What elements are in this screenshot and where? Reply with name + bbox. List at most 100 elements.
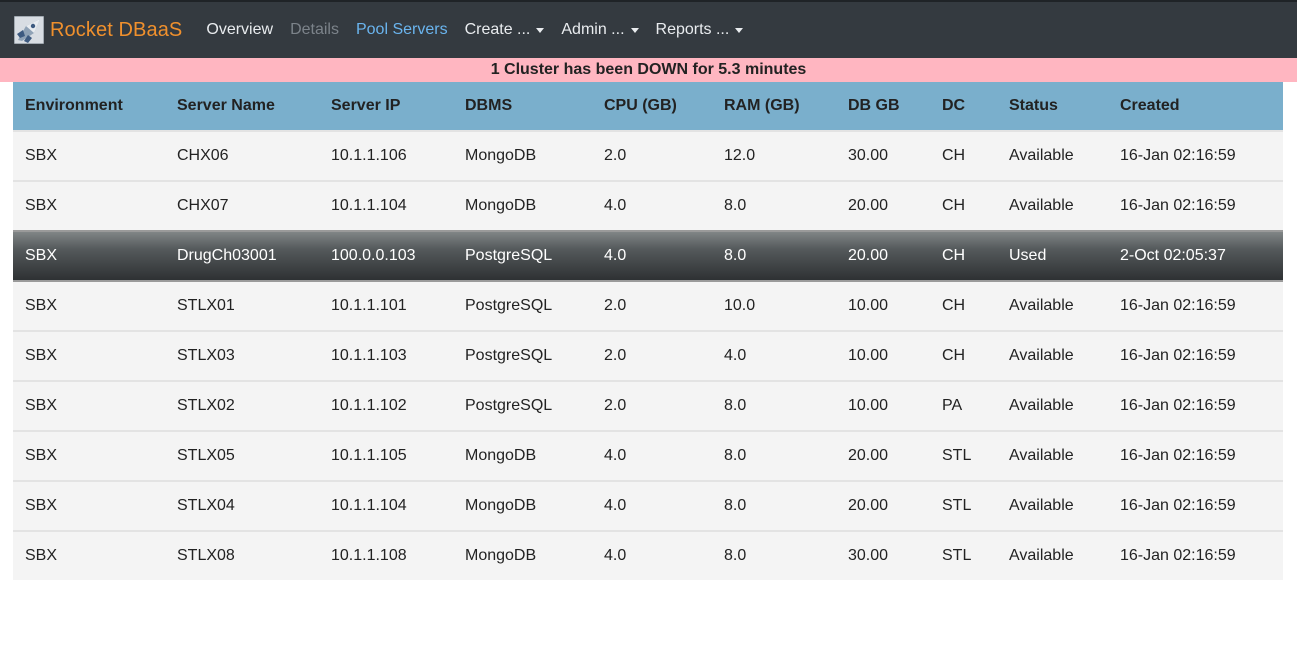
cell-server-name: CHX07 [165, 180, 319, 231]
nav-pool-servers[interactable]: Pool Servers [356, 21, 448, 39]
cell-db-gb: 20.00 [836, 180, 930, 231]
cell-db-gb: 20.00 [836, 230, 930, 281]
cell-ram: 8.0 [712, 430, 836, 481]
column-header-status[interactable]: Status [997, 82, 1108, 132]
pool-servers-table: Environment Server Name Server IP DBMS CPU (… [13, 82, 1283, 580]
table-row[interactable]: SBX DrugCh03001 100.0.0.103 PostgreSQL 4.0 8.… [13, 230, 1283, 281]
cell-dc: STL [930, 430, 997, 481]
cell-cpu: 2.0 [592, 380, 712, 431]
cell-environment: SBX [13, 380, 165, 431]
nav-reports-dropdown[interactable]: Reports ... [656, 21, 744, 39]
column-header-environment[interactable]: Environment [13, 82, 165, 132]
cell-cpu: 2.0 [592, 280, 712, 331]
cell-created: 16-Jan 02:16:59 [1108, 180, 1283, 231]
column-header-created[interactable]: Created [1108, 82, 1283, 132]
table-header-row: Environment Server Name Server IP DBMS CPU (… [13, 82, 1283, 132]
table-row[interactable]: SBX STLX02 10.1.1.102 PostgreSQL 2.0 8.0 10.00… [13, 380, 1283, 431]
table-row[interactable]: SBX STLX04 10.1.1.104 MongoDB 4.0 8.0 20.00 STL… [13, 480, 1283, 531]
nav-reports-label: Reports ... [655, 21, 730, 38]
cell-server-name: CHX06 [165, 131, 319, 181]
cell-cpu: 2.0 [592, 131, 712, 181]
cell-server-ip: 10.1.1.104 [319, 180, 453, 231]
cell-status: Used [997, 230, 1108, 281]
rocket-logo-icon [14, 16, 44, 44]
cell-dc: CH [930, 131, 997, 181]
cell-created: 16-Jan 02:16:59 [1108, 530, 1283, 580]
cell-db-gb: 10.00 [836, 330, 930, 381]
cell-server-ip: 10.1.1.106 [319, 131, 453, 181]
cell-status: Available [997, 530, 1108, 580]
cell-status: Available [997, 330, 1108, 381]
caret-down-icon [735, 27, 744, 33]
cell-dc: CH [930, 280, 997, 331]
cell-created: 16-Jan 02:16:59 [1108, 330, 1283, 381]
cell-environment: SBX [13, 530, 165, 580]
cell-dbms: MongoDB [453, 131, 592, 181]
cell-server-name: STLX03 [165, 330, 319, 381]
cell-status: Available [997, 430, 1108, 481]
cell-cpu: 4.0 [592, 180, 712, 231]
cell-ram: 4.0 [712, 330, 836, 381]
cell-server-ip: 10.1.1.102 [319, 380, 453, 431]
cluster-down-alert: 1 Cluster has been DOWN for 5.3 minutes [0, 58, 1297, 82]
brand-link[interactable]: Rocket DBaaS [14, 16, 182, 44]
cell-ram: 8.0 [712, 380, 836, 431]
table-row[interactable]: SBX STLX01 10.1.1.101 PostgreSQL 2.0 10.0 10.0… [13, 280, 1283, 331]
cell-dbms: MongoDB [453, 480, 592, 531]
caret-down-icon [630, 27, 639, 33]
cell-dc: STL [930, 480, 997, 531]
nav-overview[interactable]: Overview [206, 21, 273, 39]
cell-server-name: STLX08 [165, 530, 319, 580]
cell-environment: SBX [13, 280, 165, 331]
cell-environment: SBX [13, 480, 165, 531]
cell-db-gb: 10.00 [836, 280, 930, 331]
cell-server-ip: 10.1.1.104 [319, 480, 453, 531]
cell-dbms: PostgreSQL [453, 230, 592, 281]
column-header-server-ip[interactable]: Server IP [319, 82, 453, 132]
cell-db-gb: 10.00 [836, 380, 930, 431]
cell-dc: CH [930, 230, 997, 281]
column-header-dc[interactable]: DC [930, 82, 997, 132]
cell-cpu: 4.0 [592, 530, 712, 580]
cell-ram: 10.0 [712, 280, 836, 331]
cell-server-name: STLX02 [165, 380, 319, 431]
nav-create-dropdown[interactable]: Create ... [465, 21, 545, 39]
cell-server-ip: 100.0.0.103 [319, 230, 453, 281]
column-header-server-name[interactable]: Server Name [165, 82, 319, 132]
cell-server-ip: 10.1.1.105 [319, 430, 453, 481]
cell-cpu: 4.0 [592, 480, 712, 531]
cell-server-name: STLX04 [165, 480, 319, 531]
caret-down-icon [536, 27, 545, 33]
top-navbar: Rocket DBaaS Overview Details Pool Serve… [0, 0, 1297, 58]
cell-dc: STL [930, 530, 997, 580]
table-row[interactable]: SBX STLX08 10.1.1.108 MongoDB 4.0 8.0 30.00 STL… [13, 530, 1283, 580]
cell-ram: 8.0 [712, 180, 836, 231]
cell-dbms: MongoDB [453, 430, 592, 481]
cell-environment: SBX [13, 131, 165, 181]
cell-created: 2-Oct 02:05:37 [1108, 230, 1283, 281]
table-row[interactable]: SBX STLX03 10.1.1.103 PostgreSQL 2.0 4.0 10.00… [13, 330, 1283, 381]
cell-server-name: DrugCh03001 [165, 230, 319, 281]
cell-dbms: PostgreSQL [453, 280, 592, 331]
cell-cpu: 4.0 [592, 430, 712, 481]
cell-dbms: PostgreSQL [453, 330, 592, 381]
nav-admin-dropdown[interactable]: Admin ... [561, 21, 639, 39]
cell-dbms: PostgreSQL [453, 380, 592, 431]
cell-created: 16-Jan 02:16:59 [1108, 430, 1283, 481]
cell-environment: SBX [13, 230, 165, 281]
cell-ram: 8.0 [712, 230, 836, 281]
column-header-ram[interactable]: RAM (GB) [712, 82, 836, 132]
table-row[interactable]: SBX CHX07 10.1.1.104 MongoDB 4.0 8.0 20.00 CH Av… [13, 180, 1283, 231]
table-row[interactable]: SBX STLX05 10.1.1.105 MongoDB 4.0 8.0 20.00 STL… [13, 430, 1283, 481]
column-header-db-gb[interactable]: DB GB [836, 82, 930, 132]
column-header-cpu[interactable]: CPU (GB) [592, 82, 712, 132]
cell-environment: SBX [13, 430, 165, 481]
cell-dbms: MongoDB [453, 530, 592, 580]
cell-server-ip: 10.1.1.101 [319, 280, 453, 331]
table-row[interactable]: SBX CHX06 10.1.1.106 MongoDB 2.0 12.0 30.00 CH A… [13, 131, 1283, 181]
nav-create-label: Create ... [464, 21, 531, 38]
column-header-dbms[interactable]: DBMS [453, 82, 592, 132]
cell-cpu: 2.0 [592, 330, 712, 381]
cell-status: Available [997, 131, 1108, 181]
cell-ram: 8.0 [712, 530, 836, 580]
